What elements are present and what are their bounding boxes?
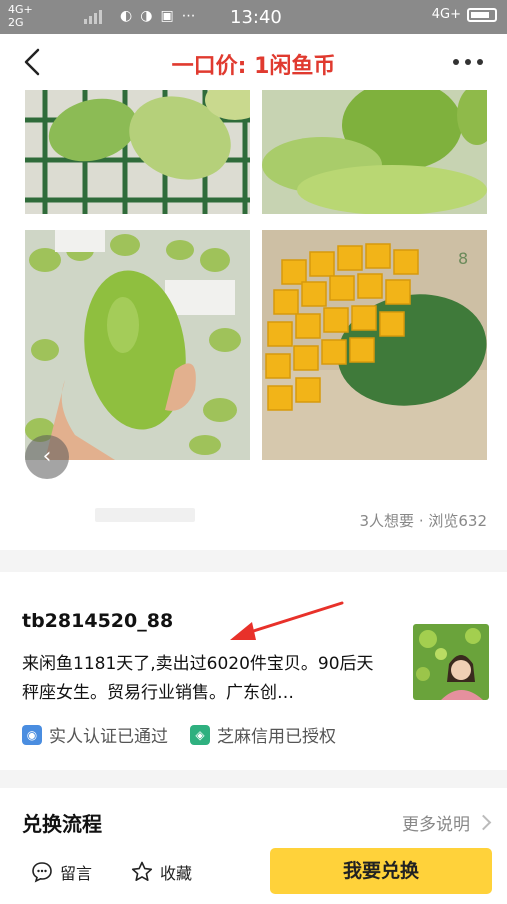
message-label: 留言 [60, 864, 93, 883]
chevron-right-icon [475, 814, 492, 831]
seller-badges: ◉ 实人认证已通过 ◈ 芝麻信用已授权 [22, 722, 336, 747]
person-verified-icon: ◉ [22, 724, 42, 745]
blurred-caption [95, 508, 195, 522]
app-notification-icon: ▣ [160, 8, 174, 24]
status-bar: 4G+ 2G ◐ ◑ ▣ ⋯ 13:40 4G+ [0, 0, 507, 34]
page-title: 一口价: 1闲鱼币 [171, 54, 336, 79]
more-info-link[interactable]: 更多说明 [402, 810, 492, 835]
network-label-1: 4G+ [8, 3, 33, 16]
app-notification-icon: ◑ [140, 8, 153, 24]
sesame-credit-icon: ◈ [190, 724, 210, 745]
network-indicator: 4G+ 2G [8, 3, 33, 29]
badge-credit: ◈ 芝麻信用已授权 [190, 722, 336, 747]
more-info-label: 更多说明 [402, 815, 470, 835]
annotation-arrow-icon [230, 601, 344, 640]
verified-label: 实人认证已通过 [49, 727, 168, 747]
svg-text:8: 8 [458, 249, 468, 268]
favorite-button[interactable]: 收藏 [130, 860, 192, 884]
network-label-right: 4G+ [431, 7, 461, 22]
chat-bubble-icon [32, 862, 52, 883]
more-notifications-icon: ⋯ [181, 8, 196, 24]
notification-icons: ◐ ◑ ▣ ⋯ [120, 8, 196, 24]
exchange-section: 兑换流程 更多说明 [0, 788, 507, 848]
signal-icon [84, 10, 102, 24]
clock: 13:40 [230, 7, 282, 28]
seller-name[interactable]: tb2814520_88 [22, 610, 173, 632]
avatar[interactable] [413, 624, 489, 700]
credit-label: 芝麻信用已授权 [217, 727, 336, 747]
product-gallery: 8 ‹ 3人想要 · 浏览632 [0, 90, 507, 550]
status-right: 4G+ [432, 7, 497, 22]
product-photo-mango-crate[interactable] [25, 90, 250, 214]
product-photo-cut-mango[interactable]: 8 [262, 230, 487, 460]
exchange-button[interactable]: 我要兑换 [270, 848, 492, 894]
gallery-prev-button[interactable]: ‹ [25, 435, 69, 479]
listing-stats: 3人想要 · 浏览632 [359, 512, 487, 530]
bottom-action-bar: 留言 收藏 我要兑换 [0, 840, 507, 904]
product-photo-mango-closeup[interactable] [262, 90, 487, 214]
badge-verified: ◉ 实人认证已通过 [22, 722, 168, 747]
app-notification-icon: ◐ [120, 8, 133, 24]
network-label-2: 2G [8, 16, 24, 29]
message-button[interactable]: 留言 [30, 860, 92, 884]
exchange-title: 兑换流程 [22, 812, 102, 836]
seller-bio: 来闲鱼1181天了,卖出过6020件宝贝。90后天秤座女生。贸易行业销售。广东创… [22, 654, 374, 703]
battery-icon [467, 7, 497, 22]
top-nav: 一口价: 1闲鱼币 [0, 34, 507, 90]
star-icon [131, 861, 153, 881]
more-dots-icon[interactable] [447, 52, 483, 72]
product-photo-hand-holding-mango[interactable] [25, 230, 250, 460]
favorite-label: 收藏 [160, 864, 193, 883]
